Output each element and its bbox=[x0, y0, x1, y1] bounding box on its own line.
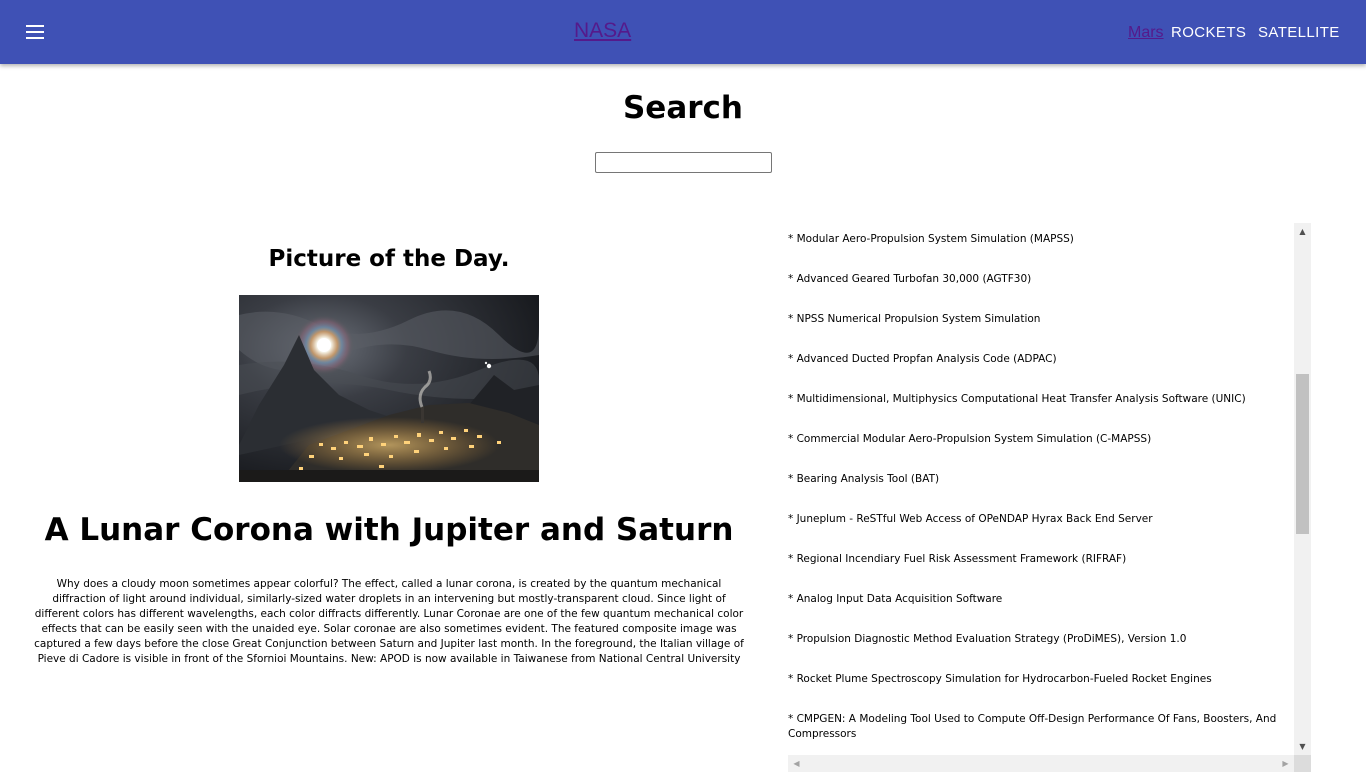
search-heading: Search bbox=[622, 90, 743, 126]
menu-icon[interactable] bbox=[22, 20, 50, 44]
software-list-panel[interactable]: * Modular Aero-Propulsion System Simulat… bbox=[788, 223, 1311, 772]
scrollbar-corner bbox=[1294, 755, 1311, 772]
nav-link-satellite[interactable]: SATELLITE bbox=[1258, 24, 1340, 41]
article-description: Why does a cloudy moon sometimes appear … bbox=[34, 578, 744, 665]
scrollbar-thumb[interactable] bbox=[1296, 374, 1309, 534]
scroll-right-arrow-icon[interactable]: ▶ bbox=[1277, 755, 1294, 772]
list-item[interactable]: * Bearing Analysis Tool (BAT) bbox=[788, 472, 1278, 512]
list-item[interactable]: * NPSS Numerical Propulsion System Simul… bbox=[788, 312, 1278, 352]
app-bar: NASA Mars ROCKETS SATELLITE bbox=[0, 0, 1366, 64]
potd-heading: Picture of the Day. bbox=[268, 246, 510, 272]
brand-link[interactable]: NASA bbox=[574, 19, 631, 43]
lunar-corona-photo bbox=[239, 295, 539, 482]
list-item[interactable]: * Analog Input Data Acquisition Software bbox=[788, 592, 1278, 632]
vertical-scrollbar[interactable]: ▲ ▼ bbox=[1294, 223, 1311, 755]
nav-link-mars[interactable]: Mars bbox=[1128, 24, 1164, 42]
scroll-down-arrow-icon[interactable]: ▼ bbox=[1294, 738, 1311, 755]
software-list: * Modular Aero-Propulsion System Simulat… bbox=[788, 232, 1278, 752]
list-item[interactable]: * Advanced Ducted Propfan Analysis Code … bbox=[788, 352, 1278, 392]
list-item[interactable]: * Commercial Modular Aero-Propulsion Sys… bbox=[788, 432, 1278, 472]
list-item[interactable]: * Rocket Plume Spectroscopy Simulation f… bbox=[788, 672, 1278, 712]
article-title: A Lunar Corona with Jupiter and Saturn bbox=[44, 512, 734, 548]
list-item[interactable]: * Regional Incendiary Fuel Risk Assessme… bbox=[788, 552, 1278, 592]
potd-image bbox=[239, 295, 539, 482]
list-item[interactable]: * Juneplum - ReSTful Web Access of OPeND… bbox=[788, 512, 1278, 552]
search-input[interactable] bbox=[595, 152, 772, 173]
list-item[interactable]: * CMPGEN: A Modeling Tool Used to Comput… bbox=[788, 712, 1278, 752]
list-item[interactable]: * Multidimensional, Multiphysics Computa… bbox=[788, 392, 1278, 432]
horizontal-scrollbar[interactable]: ◀ ▶ bbox=[788, 755, 1294, 772]
nav-link-rockets[interactable]: ROCKETS bbox=[1171, 24, 1246, 41]
software-list-viewport: * Modular Aero-Propulsion System Simulat… bbox=[788, 223, 1294, 755]
list-item[interactable]: * Modular Aero-Propulsion System Simulat… bbox=[788, 232, 1278, 272]
scroll-up-arrow-icon[interactable]: ▲ bbox=[1294, 223, 1311, 240]
list-item[interactable]: * Propulsion Diagnostic Method Evaluatio… bbox=[788, 632, 1278, 672]
list-item[interactable]: * Advanced Geared Turbofan 30,000 (AGTF3… bbox=[788, 272, 1278, 312]
scroll-left-arrow-icon[interactable]: ◀ bbox=[788, 755, 805, 772]
